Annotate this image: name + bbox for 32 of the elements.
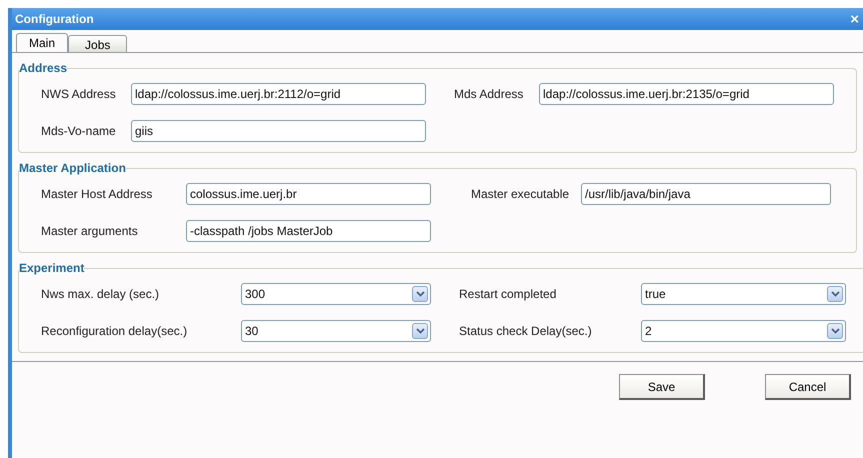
field-label: Mds Address	[454, 86, 524, 103]
section-title: Address	[19, 60, 68, 77]
dropdown[interactable]: 30	[241, 320, 431, 342]
dropdown[interactable]: true	[641, 283, 846, 305]
field-label: Restart completed	[459, 286, 558, 303]
chevron-down-icon	[827, 323, 843, 339]
tab[interactable]: Jobs	[68, 35, 128, 52]
chevron-down-icon	[412, 323, 428, 339]
field-label: Master arguments	[41, 223, 139, 240]
text-field[interactable]: -classpath /jobs MasterJob	[186, 220, 431, 242]
field-label: Master executable	[471, 186, 570, 203]
chevron-down-icon	[412, 286, 428, 302]
text-field[interactable]: giis	[131, 120, 426, 142]
dialog-button[interactable]: Save	[619, 374, 705, 400]
text-field[interactable]: colossus.ime.uerj.br	[186, 183, 431, 205]
field-label: Master Host Address	[41, 186, 154, 203]
field-label: NWS Address	[41, 86, 117, 103]
text-field[interactable]: ldap://colossus.ime.uerj.br:2112/o=grid	[131, 83, 426, 105]
field-label: Reconfiguration delay(sec.)	[41, 323, 188, 340]
section-title: Master Application	[19, 160, 126, 177]
field-label: Nws max. delay (sec.)	[41, 286, 160, 303]
chevron-down-icon	[827, 286, 843, 302]
section-title: Experiment	[19, 260, 84, 277]
field-label: Status check Delay(sec.)	[459, 323, 593, 340]
dropdown[interactable]: 300	[241, 283, 431, 305]
text-field[interactable]: /usr/lib/java/bin/java	[581, 183, 831, 205]
dropdown[interactable]: 2	[641, 320, 846, 342]
window-title: Configuration	[15, 11, 94, 28]
text-field[interactable]: ldap://colossus.ime.uerj.br:2135/o=grid	[539, 83, 834, 105]
tab[interactable]: Main	[16, 33, 68, 52]
field-label: Mds-Vo-name	[41, 123, 117, 140]
dialog-button[interactable]: Cancel	[765, 374, 851, 400]
